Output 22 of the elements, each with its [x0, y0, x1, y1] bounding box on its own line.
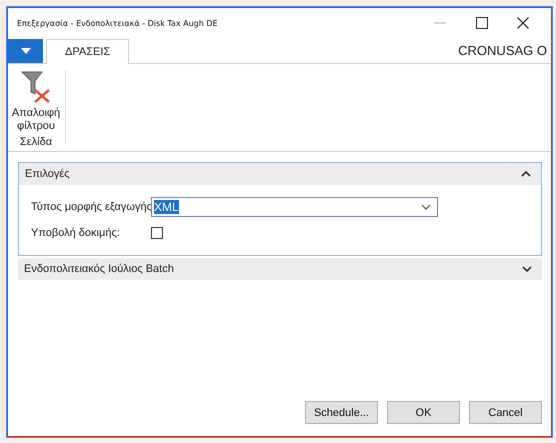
- maximize-icon[interactable]: [476, 17, 488, 29]
- filter-clear-icon: [20, 70, 52, 104]
- ribbon-tab[interactable]: ΔΡΑΣΕΙΣ: [46, 39, 130, 64]
- chevron-down-icon: [421, 204, 431, 210]
- field-label: Τύπος μορφής εξαγωγής: [31, 201, 151, 213]
- section-header[interactable]: Ενδοπολιτειακός Ιούλιος Batch: [18, 258, 542, 280]
- group-label: Σελίδα: [20, 136, 52, 148]
- close-icon[interactable]: [517, 17, 529, 29]
- checkbox[interactable]: [151, 227, 163, 239]
- caret-icon: [20, 48, 30, 54]
- dialog-button[interactable]: Schedule...: [305, 401, 378, 424]
- clear-filter-button[interactable]: Απαλοιφή φίλτρου: [11, 70, 61, 136]
- menu-button[interactable]: [8, 39, 43, 63]
- dialog-button[interactable]: Cancel: [469, 401, 542, 424]
- collapse-icon: [521, 171, 531, 177]
- company-name: CRONUSAG O: [458, 43, 548, 58]
- dialog-button[interactable]: OK: [387, 401, 460, 424]
- section-header[interactable]: Επιλογές: [19, 163, 541, 185]
- export-format-dropdown[interactable]: XML: [151, 197, 438, 217]
- expand-icon: [522, 266, 532, 272]
- field-label: Υποβολή δοκιμής:: [31, 227, 121, 239]
- window-title: Επεξεργασία - Ενδοπολιτειακά - Disk Tax Augh DE: [17, 18, 219, 28]
